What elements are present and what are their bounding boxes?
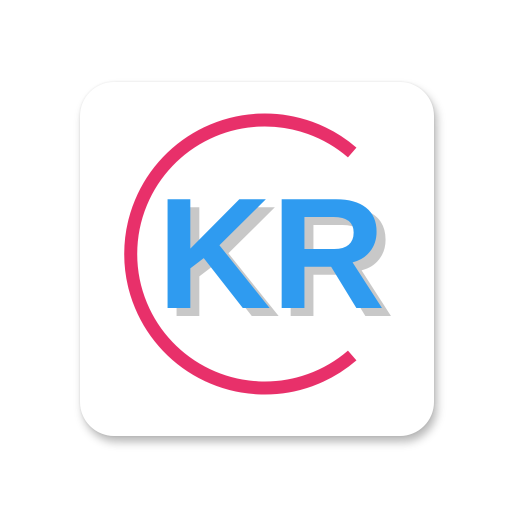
screen: KR KR	[0, 0, 512, 512]
app-icon[interactable]	[80, 82, 434, 436]
